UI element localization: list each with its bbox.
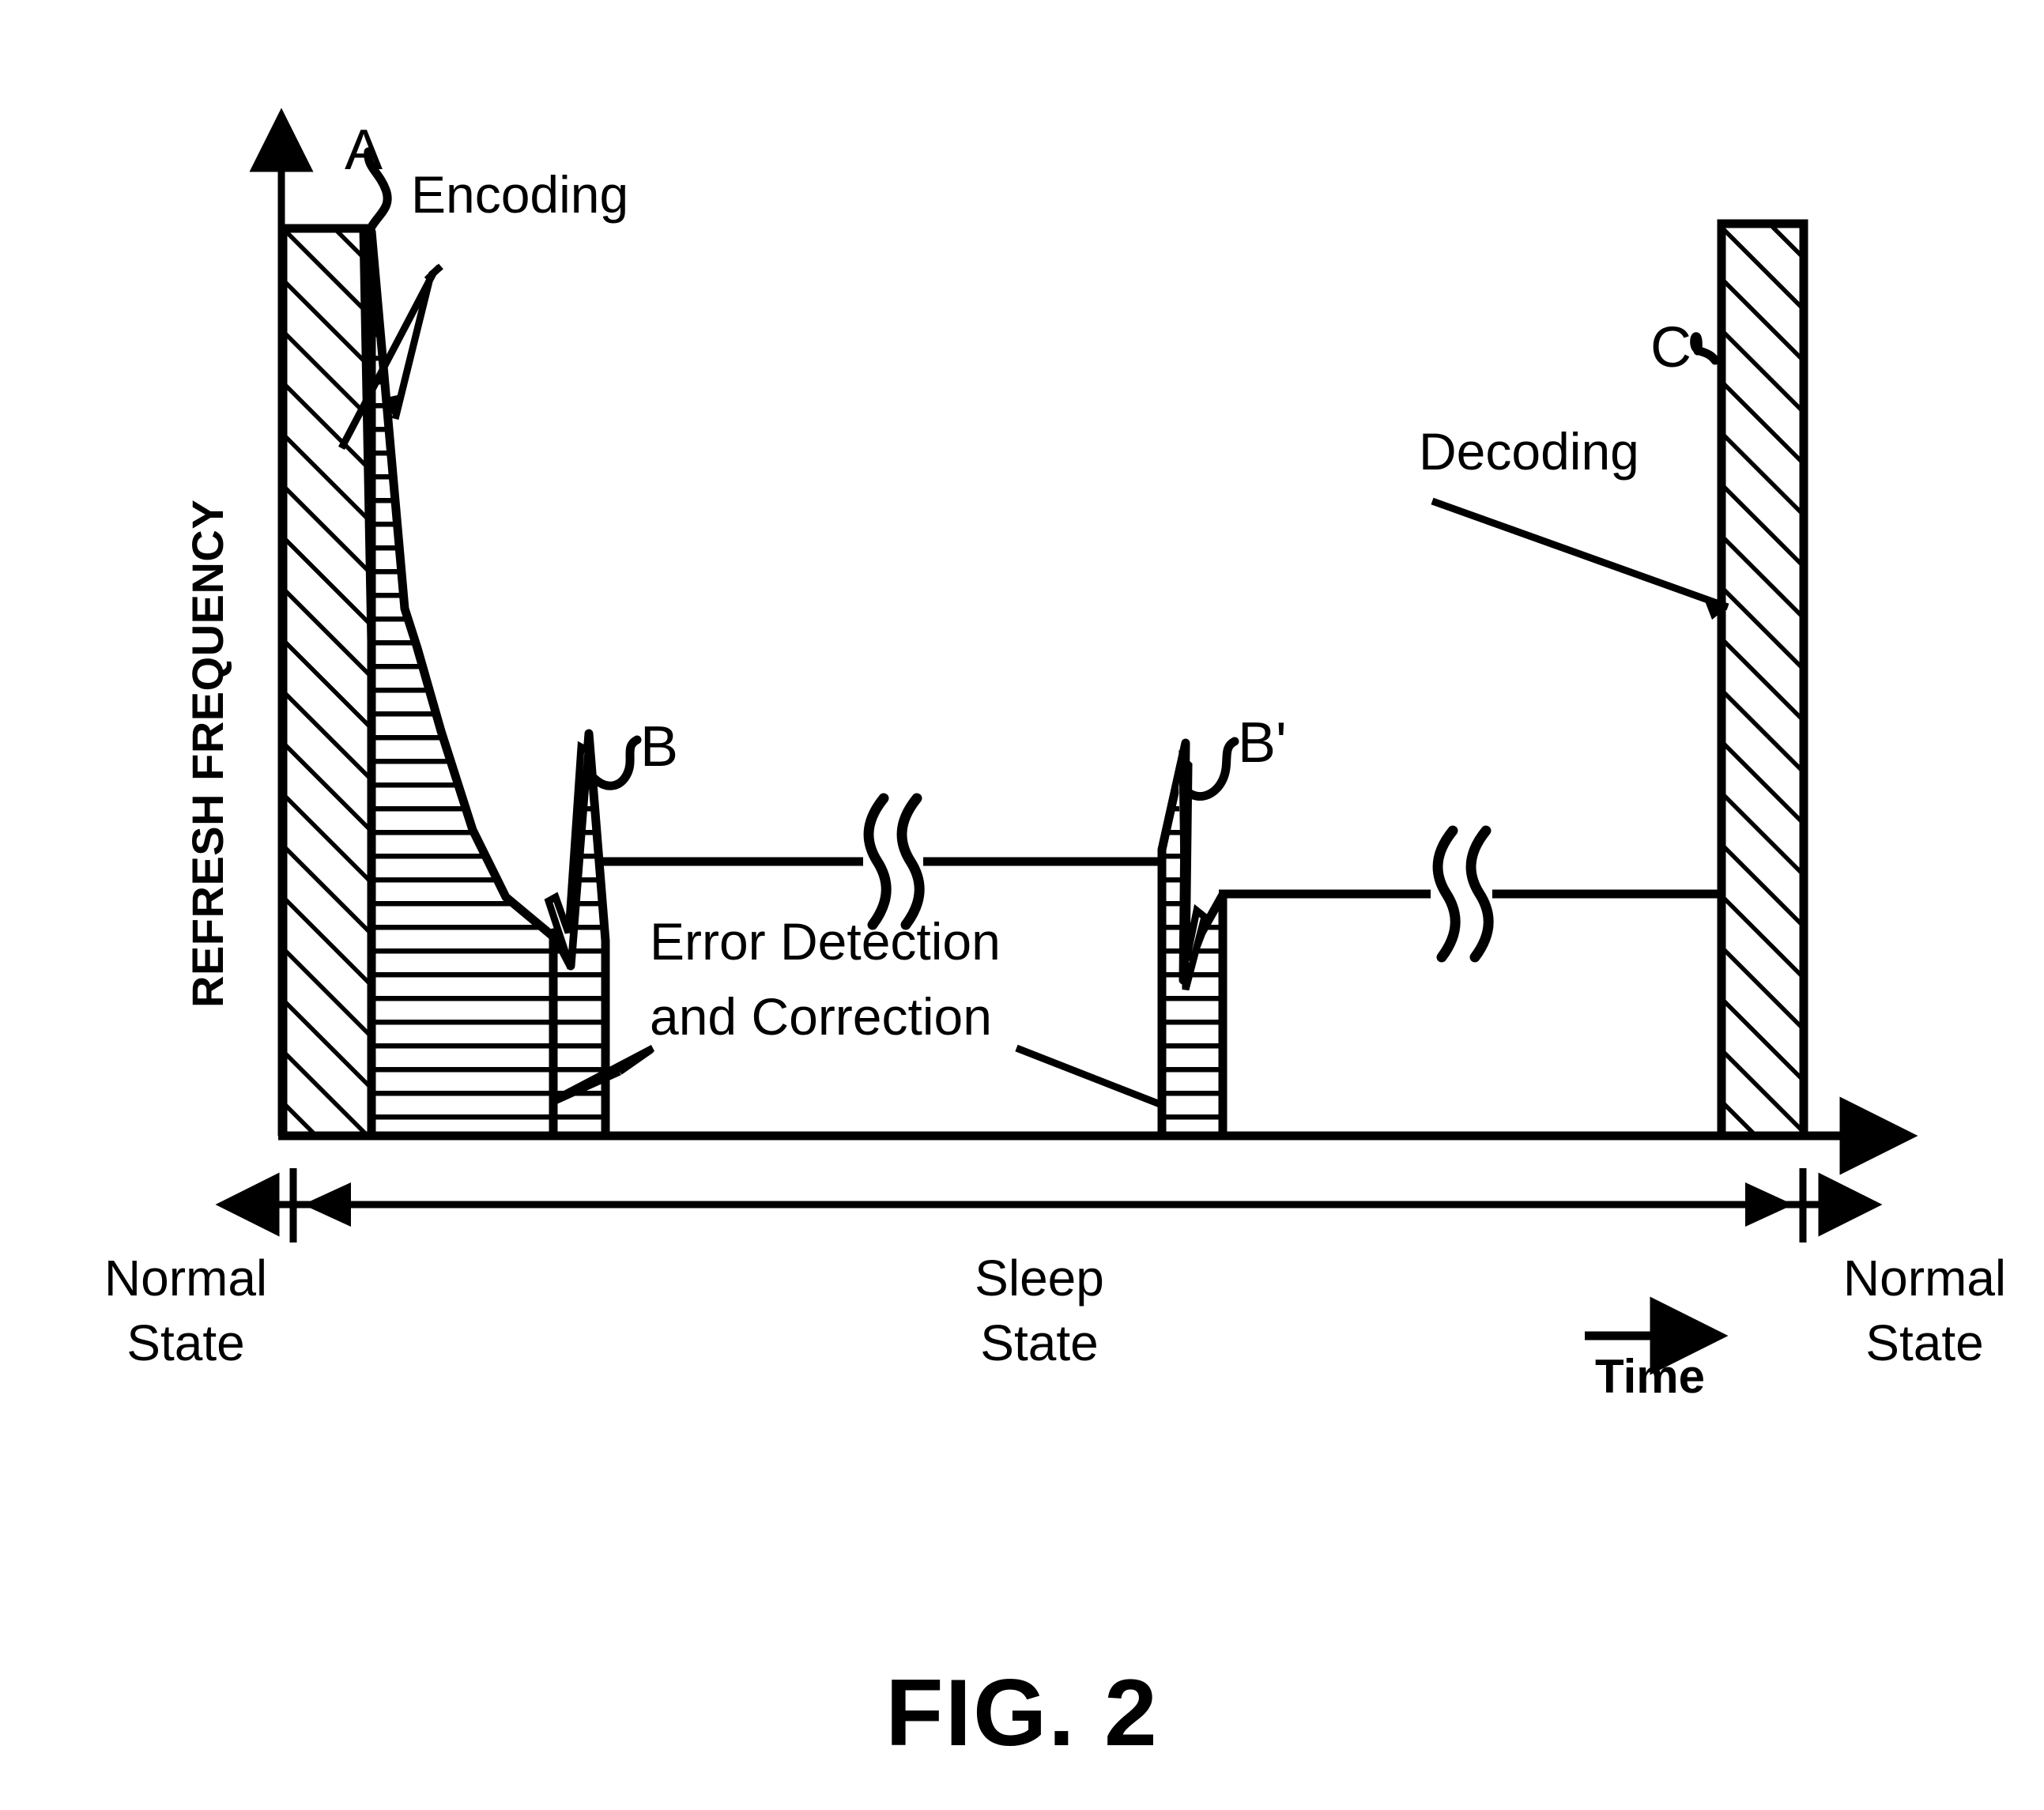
region-a-encoding-bar bbox=[278, 224, 386, 1141]
marker-label-a: A bbox=[345, 119, 383, 182]
callout-error-detection-line1: Error Detection bbox=[650, 912, 1001, 971]
figure-caption: FIG. 2 bbox=[885, 1660, 1159, 1766]
state-label-left-line1: Normal bbox=[104, 1250, 268, 1307]
marker-label-b-prime: B' bbox=[1238, 711, 1287, 775]
patent-figure: REFRESH FREQUENCY A Encoding B B' C Deco… bbox=[0, 0, 2044, 1810]
state-label-middle-line2: State bbox=[980, 1314, 1099, 1371]
state-label-middle-line1: Sleep bbox=[975, 1250, 1104, 1307]
y-axis-label: REFRESH FREQUENCY bbox=[183, 499, 232, 1008]
marker-label-c: C bbox=[1650, 316, 1691, 379]
sleep-plateau-line-1 bbox=[601, 793, 1166, 930]
sleep-plateau-line-2 bbox=[1219, 825, 1731, 963]
state-span-arrows bbox=[215, 1168, 1883, 1242]
state-label-right-line2: State bbox=[1865, 1314, 1984, 1371]
region-c-decoding-bar bbox=[1717, 219, 1808, 1141]
state-label-right-line1: Normal bbox=[1842, 1250, 2007, 1307]
callout-encoding: Encoding bbox=[411, 165, 629, 224]
callout-decoding: Decoding bbox=[1419, 422, 1639, 481]
state-label-left-line2: State bbox=[126, 1314, 245, 1371]
figure-drawing-canvas bbox=[215, 107, 1918, 1375]
callout-error-detection-line2: and Correction bbox=[650, 987, 992, 1046]
marker-label-b: B bbox=[640, 715, 679, 779]
x-axis-label-time: Time bbox=[1595, 1350, 1705, 1403]
region-b-prime-spike bbox=[1157, 738, 1228, 1141]
